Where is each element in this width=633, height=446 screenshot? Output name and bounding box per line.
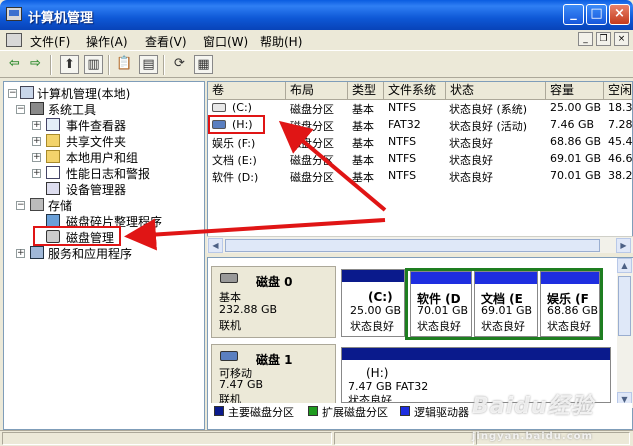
table-row[interactable]: 软件 (D:) 磁盘分区 基本 NTFS 状态良好 70.01 GB 38.2: [208, 168, 632, 185]
menu-action[interactable]: 操作(A): [86, 33, 128, 50]
console-tree[interactable]: − 计算机管理(本地) − 系统工具 + 事件查看器 + 共享文件夹 + 本地用…: [3, 81, 205, 430]
drive-icon: [212, 103, 226, 112]
column-header-status[interactable]: 状态: [446, 82, 546, 100]
tree-item-storage[interactable]: − 存储: [4, 197, 204, 213]
table-row[interactable]: (C:) 磁盘分区 基本 NTFS 状态良好 (系统) 25.00 GB 18.…: [208, 100, 632, 117]
close-button[interactable]: ×: [609, 4, 630, 25]
column-header-layout[interactable]: 布局: [286, 82, 348, 100]
child-minimize-button[interactable]: _: [578, 32, 593, 46]
performance-icon: [46, 166, 60, 179]
table-row[interactable]: (H:) 磁盘分区 基本 FAT32 状态良好 (活动) 7.46 GB 7.2…: [208, 117, 632, 134]
table-row[interactable]: 文档 (E:) 磁盘分区 基本 NTFS 状态良好 69.01 GB 46.6: [208, 151, 632, 168]
child-close-button[interactable]: ×: [614, 32, 629, 46]
scroll-thumb[interactable]: [618, 276, 631, 336]
horizontal-scrollbar[interactable]: ◀ ▶: [207, 236, 633, 253]
forward-arrow-icon[interactable]: ⇨: [26, 55, 45, 74]
minimize-button[interactable]: _: [563, 4, 584, 25]
status-segment: [2, 432, 332, 445]
tree-item-device-manager[interactable]: 设备管理器: [4, 181, 204, 197]
window-title: 计算机管理: [28, 11, 94, 26]
scroll-up-icon[interactable]: ▲: [617, 258, 632, 273]
vertical-scrollbar[interactable]: ▲ ▼: [617, 258, 633, 408]
menu-window[interactable]: 窗口(W): [203, 33, 248, 50]
show-hide-tree-icon[interactable]: ▥: [84, 55, 103, 74]
tools-icon: [30, 102, 44, 115]
expand-icon[interactable]: +: [16, 249, 25, 258]
tree-root[interactable]: − 计算机管理(本地): [4, 85, 204, 101]
help-pane-icon[interactable]: ▤: [139, 55, 158, 74]
shared-folder-icon: [46, 134, 60, 147]
expand-icon[interactable]: +: [32, 137, 41, 146]
partition-c[interactable]: (C:) 25.00 GB 状态良好: [341, 269, 405, 337]
users-icon: [46, 150, 60, 163]
disk-0-info[interactable]: 磁盘 0 基本 232.88 GB 联机: [211, 266, 336, 338]
removable-disk-icon: [220, 351, 238, 361]
legend-swatch-extended: [308, 406, 318, 416]
toolbar-separator: [163, 55, 165, 75]
legend-swatch-logical: [400, 406, 410, 416]
expand-icon[interactable]: +: [32, 121, 41, 130]
back-arrow-icon[interactable]: ⇦: [5, 55, 24, 74]
highlight-disk-management: [33, 226, 121, 246]
disk-1-info[interactable]: 磁盘 1 可移动 7.47 GB 联机: [211, 344, 336, 406]
column-header-type[interactable]: 类型: [348, 82, 384, 100]
collapse-icon[interactable]: −: [16, 105, 25, 114]
menu-view[interactable]: 查看(V): [145, 33, 187, 50]
tree-item-shared-folders[interactable]: + 共享文件夹: [4, 133, 204, 149]
device-manager-icon: [46, 182, 60, 195]
scroll-thumb[interactable]: [225, 239, 600, 252]
tree-item-services[interactable]: + 服务和应用程序: [4, 245, 204, 261]
table-row[interactable]: 娱乐 (F:) 磁盘分区 基本 NTFS 状态良好 68.86 GB 45.4: [208, 134, 632, 151]
toolbar-separator: [108, 55, 110, 75]
menu-bar: 文件(F) 操作(A) 查看(V) 窗口(W) 帮助(H) _ ❐ ×: [0, 30, 633, 50]
column-header-filesystem[interactable]: 文件系统: [384, 82, 446, 100]
computer-management-icon: [6, 7, 22, 21]
storage-icon: [30, 198, 44, 211]
hard-disk-icon: [220, 273, 238, 283]
toolbar-separator: [50, 55, 52, 75]
menu-file[interactable]: 文件(F): [30, 33, 70, 50]
expand-icon[interactable]: +: [32, 153, 41, 162]
tree-item-perf-logs[interactable]: + 性能日志和警报: [4, 165, 204, 181]
scroll-right-icon[interactable]: ▶: [616, 238, 631, 253]
tree-item-local-users[interactable]: + 本地用户和组: [4, 149, 204, 165]
menu-help[interactable]: 帮助(H): [260, 33, 302, 50]
up-folder-icon[interactable]: ⬆: [60, 55, 79, 74]
collapse-icon[interactable]: −: [16, 201, 25, 210]
export-list-icon[interactable]: ▦: [194, 55, 213, 74]
partition-f[interactable]: 娱乐 (F 68.86 GB 状态良好: [540, 271, 600, 337]
partition-e[interactable]: 文档 (E 69.01 GB 状态良好: [474, 271, 538, 337]
collapse-icon[interactable]: −: [8, 89, 17, 98]
properties-icon[interactable]: 📋: [115, 55, 134, 74]
services-icon: [30, 246, 44, 259]
tree-item-event-viewer[interactable]: + 事件查看器: [4, 117, 204, 133]
child-restore-button[interactable]: ❐: [596, 32, 611, 46]
tree-item-system-tools[interactable]: − 系统工具: [4, 101, 204, 117]
volume-list-header: 卷 布局 类型 文件系统 状态 容量 空闲: [208, 82, 632, 100]
partition-d[interactable]: 软件 (D 70.01 GB 状态良好: [410, 271, 472, 337]
maximize-button[interactable]: □: [586, 4, 607, 25]
expand-icon[interactable]: +: [32, 169, 41, 178]
event-viewer-icon: [46, 118, 60, 131]
column-header-capacity[interactable]: 容量: [546, 82, 604, 100]
system-menu-icon[interactable]: [6, 33, 22, 47]
column-header-free[interactable]: 空闲: [604, 82, 632, 100]
column-header-volume[interactable]: 卷: [208, 82, 286, 100]
status-segment: [334, 432, 474, 445]
toolbar: ⇦ ⇨ ⬆ ▥ 📋 ▤ ⟳ ▦: [0, 50, 633, 78]
title-bar[interactable]: 计算机管理 _ □ ×: [0, 0, 633, 30]
refresh-icon[interactable]: ⟳: [170, 55, 189, 74]
legend-swatch-primary: [214, 406, 224, 416]
volume-list[interactable]: 卷 布局 类型 文件系统 状态 容量 空闲 (C:) 磁盘分区 基本 NTFS …: [207, 81, 633, 253]
scroll-left-icon[interactable]: ◀: [208, 238, 223, 253]
highlight-h-volume: [208, 115, 265, 134]
computer-icon: [20, 86, 34, 99]
baidu-watermark: Baidu经验 jingyan.baidu.com: [472, 394, 594, 442]
